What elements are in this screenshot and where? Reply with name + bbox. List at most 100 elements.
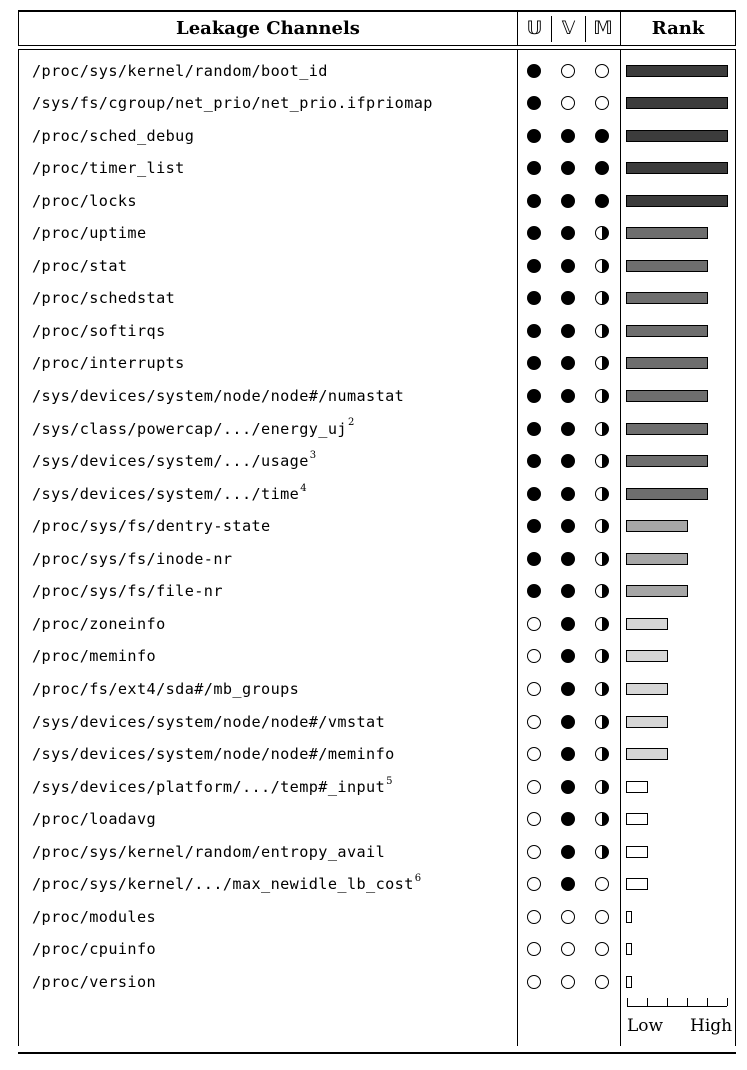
rank-bar — [626, 357, 708, 370]
marker-m-empty-icon — [595, 974, 609, 989]
marker-v-full-icon — [561, 454, 575, 469]
rank-bar — [626, 129, 728, 142]
marker-v-full-icon — [561, 844, 575, 859]
channel-path-text: /sys/devices/system/.../usage — [32, 452, 309, 471]
marker-v-full-icon — [561, 714, 575, 729]
marker-m-empty-icon — [595, 877, 609, 892]
rank-scale-low-label: Low — [627, 1016, 664, 1036]
header-rank: Rank — [651, 17, 705, 39]
table-row: /proc/sys/kernel/random/entropy_avail — [0, 836, 747, 869]
channel-path-text: /sys/devices/system/node/node#/vmstat — [32, 712, 386, 731]
rank-bar — [626, 259, 708, 272]
marker-m-half-icon — [595, 421, 609, 436]
marker-u-full-icon — [527, 323, 541, 338]
rank-scale-tick — [647, 998, 648, 1006]
rank-bar — [626, 422, 708, 435]
channel-path-text: /sys/class/powercap/.../energy_uj — [32, 419, 347, 438]
header-leakage-channels: Leakage Channels — [176, 17, 360, 39]
rank-bar — [626, 487, 708, 500]
marker-v-full-icon — [561, 649, 575, 664]
table-row: /proc/meminfo — [0, 640, 747, 673]
channel-path-text: /proc/softirqs — [32, 321, 166, 340]
marker-v-empty-icon — [561, 96, 575, 111]
marker-u-full-icon — [527, 421, 541, 436]
table-row: /proc/modules — [0, 901, 747, 934]
rank-scale-tick — [707, 998, 708, 1006]
table-row: /proc/sys/fs/file-nr — [0, 575, 747, 608]
channel-path: /proc/locks — [32, 185, 137, 218]
marker-v-full-icon — [561, 421, 575, 436]
table-row: /proc/fs/ext4/sda#/mb_groups — [0, 673, 747, 706]
marker-u-full-icon — [527, 291, 541, 306]
table-row: /proc/timer_list — [0, 152, 747, 185]
channel-path-text: /sys/devices/platform/.../temp#_input — [32, 777, 386, 796]
table-row: /proc/cpuinfo — [0, 933, 747, 966]
marker-m-half-icon — [595, 812, 609, 827]
channel-path-text: /proc/interrupts — [32, 354, 185, 373]
header-col-v: 𝕍 — [561, 17, 576, 39]
marker-u-empty-icon — [527, 974, 541, 989]
marker-v-empty-icon — [561, 942, 575, 957]
marker-v-full-icon — [561, 389, 575, 403]
channel-path: /proc/version — [32, 966, 156, 999]
channel-path-text: /proc/cpuinfo — [32, 940, 157, 959]
channel-path: /proc/meminfo — [32, 640, 156, 673]
table-row: /proc/interrupts — [0, 347, 747, 380]
channel-path-text: /proc/modules — [32, 907, 157, 926]
marker-v-empty-icon — [561, 909, 575, 924]
marker-u-full-icon — [527, 96, 541, 111]
channel-path: /proc/modules — [32, 901, 156, 934]
channel-path-text: /proc/fs/ext4/sda#/mb_groups — [32, 679, 300, 698]
table-row: /proc/schedstat — [0, 282, 747, 315]
marker-u-empty-icon — [527, 877, 541, 892]
channel-path-text: /proc/version — [32, 972, 157, 991]
marker-u-empty-icon — [527, 649, 541, 664]
table-row: /proc/sys/fs/dentry-state — [0, 510, 747, 543]
marker-v-full-icon — [561, 193, 575, 208]
marker-u-full-icon — [527, 551, 541, 566]
channel-path-text: /proc/uptime — [32, 224, 147, 243]
marker-u-empty-icon — [527, 812, 541, 827]
channel-path: /proc/uptime — [32, 217, 147, 250]
marker-m-half-icon — [595, 714, 609, 729]
marker-m-empty-icon — [595, 63, 609, 78]
channel-path: /proc/sys/fs/file-nr — [32, 575, 223, 608]
channel-path-text: /sys/devices/system/.../time — [32, 484, 300, 503]
rank-bar — [626, 813, 648, 826]
marker-u-empty-icon — [527, 942, 541, 957]
marker-v-empty-icon — [561, 974, 575, 989]
rank-bar — [626, 97, 728, 110]
marker-v-full-icon — [561, 681, 575, 696]
channel-path: /proc/schedstat — [32, 282, 175, 315]
marker-u-full-icon — [527, 161, 541, 176]
rank-bar — [626, 617, 668, 630]
marker-v-full-icon — [561, 128, 575, 143]
top-rule — [18, 10, 736, 12]
marker-v-full-icon — [561, 291, 575, 306]
rank-bar — [626, 64, 728, 77]
table-row: /proc/zoneinfo — [0, 608, 747, 641]
table-row: /proc/sched_debug — [0, 120, 747, 153]
table-row: /proc/stat — [0, 250, 747, 283]
marker-m-half-icon — [595, 844, 609, 859]
marker-u-empty-icon — [527, 681, 541, 696]
marker-u-full-icon — [527, 258, 541, 273]
channel-path-text: /proc/sys/fs/file-nr — [32, 582, 223, 601]
channel-path: /sys/devices/system/.../time4 — [32, 478, 307, 511]
marker-m-half-icon — [595, 584, 609, 599]
marker-m-half-icon — [595, 551, 609, 566]
right-border — [735, 12, 736, 46]
marker-v-full-icon — [561, 323, 575, 338]
marker-v-full-icon — [561, 161, 575, 176]
rank-bar — [626, 227, 708, 240]
marker-v-full-icon — [561, 486, 575, 501]
rank-bar — [626, 845, 648, 858]
table-row: /proc/sys/kernel/random/boot_id — [0, 55, 747, 88]
marker-m-empty-icon — [595, 96, 609, 111]
marker-m-half-icon — [595, 649, 609, 664]
rank-bar — [626, 324, 708, 337]
footnote-marker: 6 — [414, 873, 422, 885]
header-col-m: 𝕄 — [593, 17, 613, 39]
channel-path: /proc/interrupts — [32, 347, 185, 380]
channel-path-text: /proc/sys/kernel/random/boot_id — [32, 61, 328, 80]
